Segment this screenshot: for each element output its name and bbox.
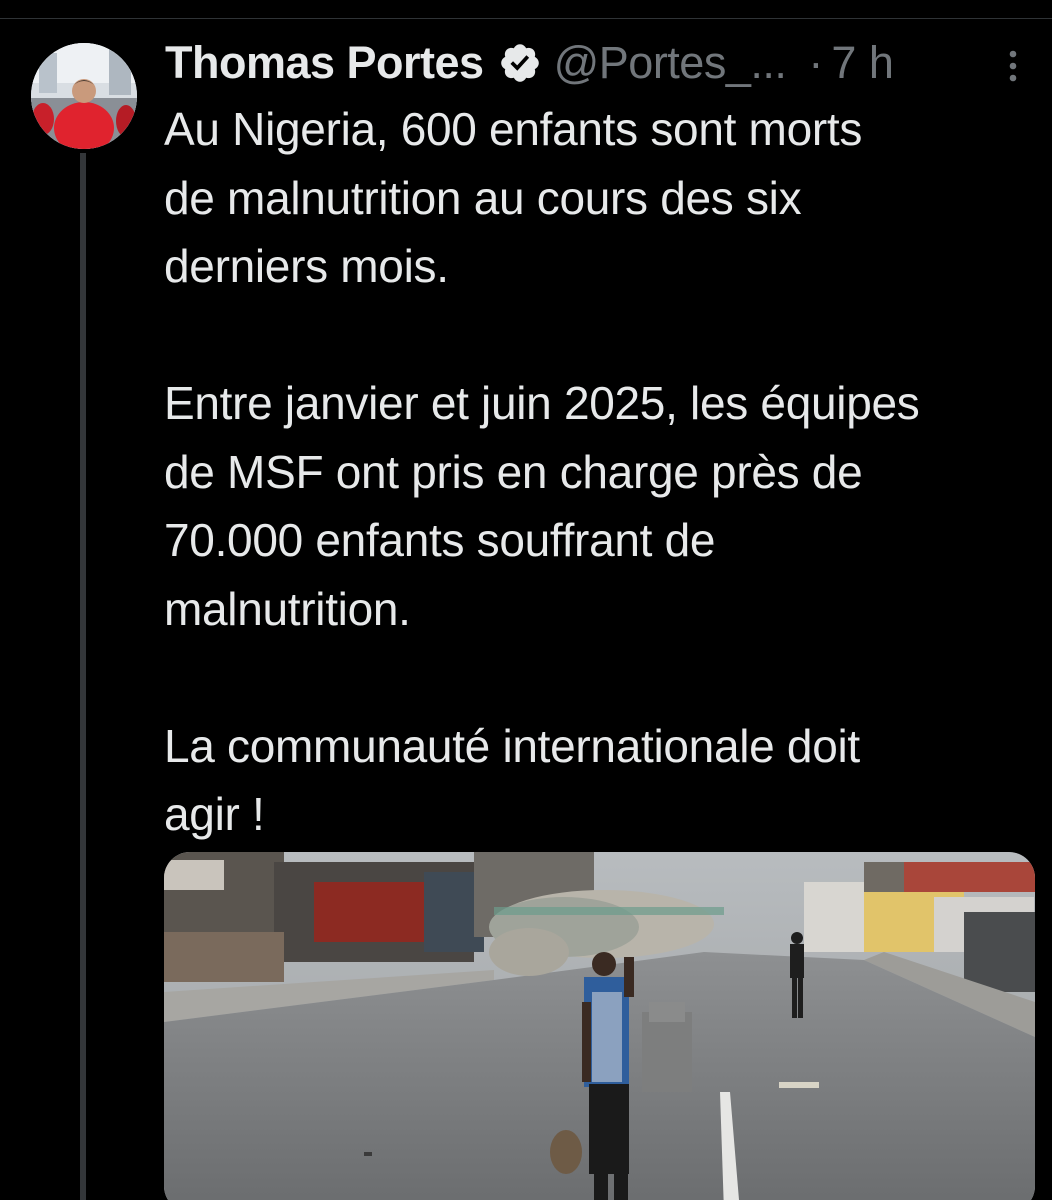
author-handle[interactable]: @Portes_...	[554, 37, 787, 89]
header-separator: ·	[808, 37, 824, 88]
avatar-image	[31, 43, 137, 149]
avatar[interactable]	[31, 43, 137, 149]
street-photo-image	[164, 852, 1035, 1200]
thread-connector-line	[80, 153, 86, 1200]
more-options-icon[interactable]	[1000, 46, 1026, 86]
tweet-text: Au Nigeria, 600 enfants sont morts de ma…	[164, 103, 920, 840]
tweet-photo[interactable]	[164, 852, 1035, 1200]
tweet-header: Thomas Portes @Portes_... · 7 h	[165, 36, 1035, 90]
author-display-name[interactable]: Thomas Portes	[165, 37, 484, 89]
tweet-timestamp[interactable]: 7 h	[831, 37, 894, 89]
top-divider	[0, 0, 1052, 19]
verified-badge-icon[interactable]	[498, 41, 542, 85]
